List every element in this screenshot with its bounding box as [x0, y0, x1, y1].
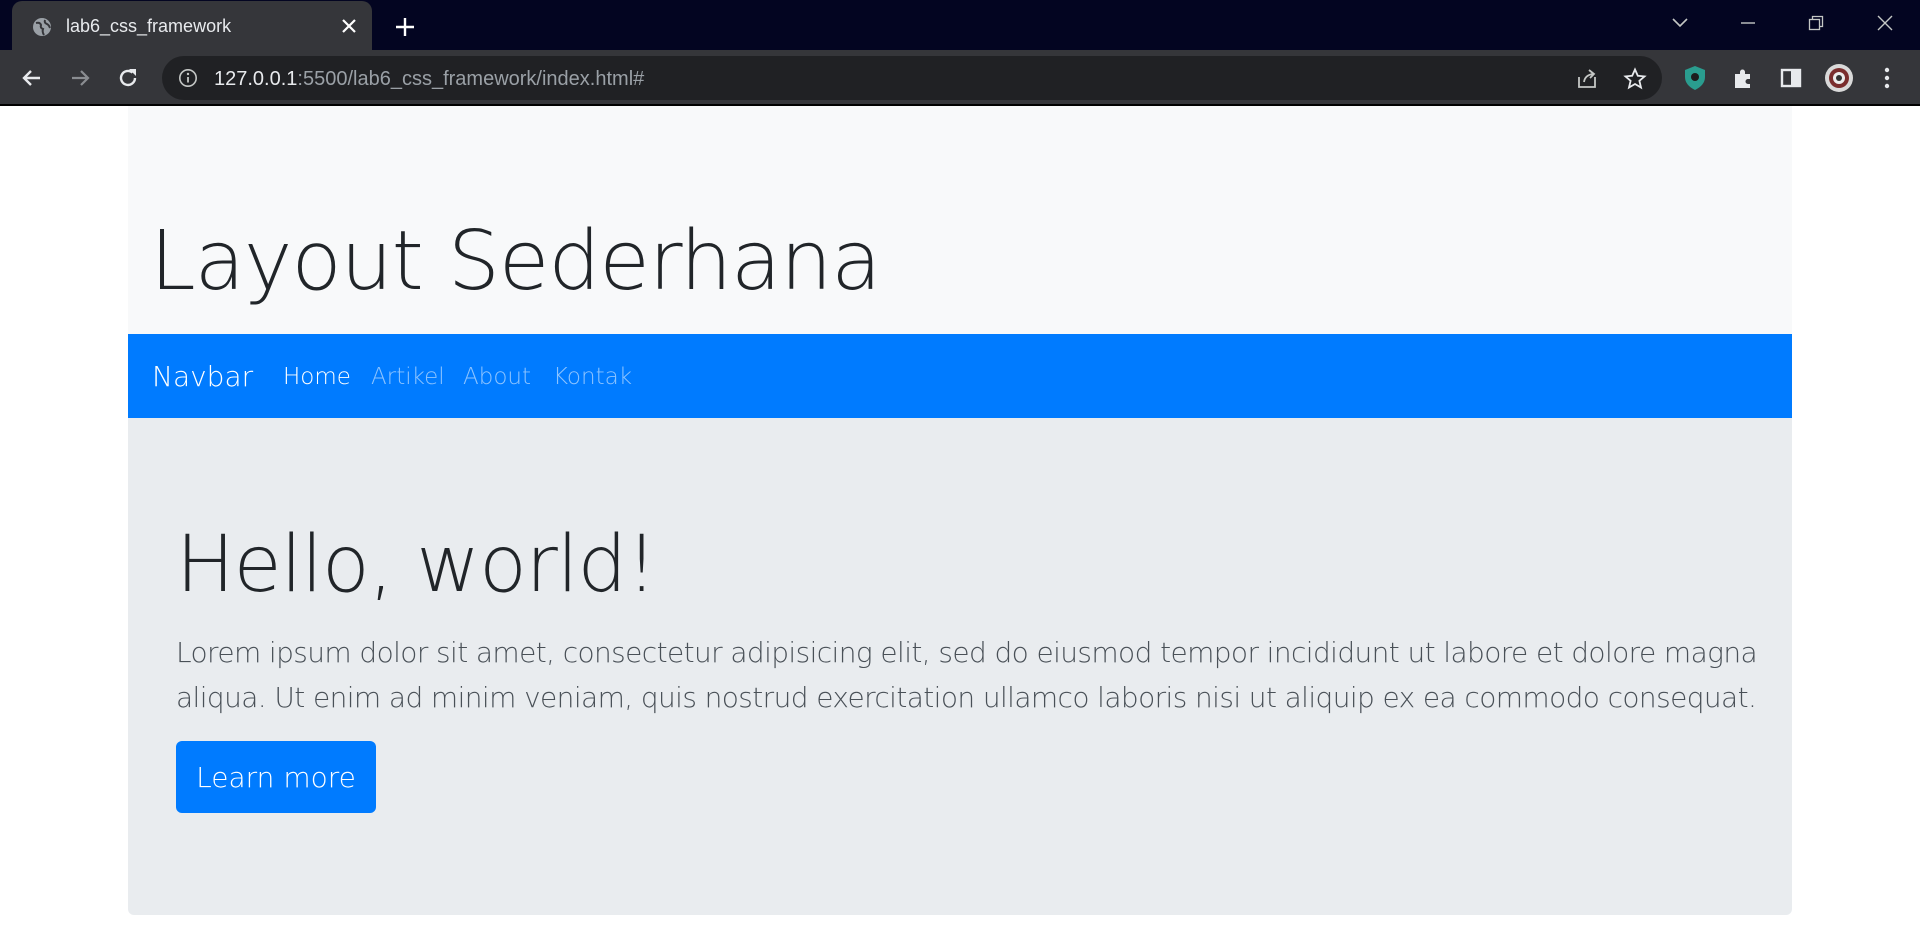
menu-button[interactable] [1872, 63, 1902, 93]
minimize-icon [1741, 22, 1755, 24]
restore-button[interactable] [1796, 8, 1836, 38]
jumbotron: Hello, world! Lorem ipsum dolor sit amet… [128, 418, 1792, 915]
nav-link-artikel[interactable]: Artikel [371, 364, 445, 390]
side-panel-button[interactable] [1776, 63, 1806, 93]
shield-icon [1685, 66, 1705, 90]
back-button[interactable] [17, 63, 47, 93]
arrow-left-icon [22, 70, 40, 86]
navbar: Navbar Home Artikel About Kontak [128, 334, 1792, 418]
tab-search-button[interactable] [1660, 8, 1700, 38]
address-bar[interactable]: 127.0.0.1:5500/lab6_css_framework/index.… [162, 56, 1662, 100]
jumbotron-lead: Lorem ipsum dolor sit amet, consectetur … [176, 636, 1758, 714]
reload-button[interactable] [113, 63, 143, 93]
more-vertical-icon [1884, 67, 1890, 89]
page-viewport: Layout Sederhana Navbar Home Artikel Abo… [0, 106, 1920, 951]
navbar-brand[interactable]: Navbar [152, 360, 253, 393]
page-header: Layout Sederhana [128, 106, 1792, 334]
star-icon[interactable] [1622, 66, 1648, 92]
share-icon[interactable] [1574, 66, 1600, 92]
nav-link-home[interactable]: Home [283, 364, 351, 390]
tab-strip: lab6_css_framework [0, 0, 1920, 51]
profile-avatar[interactable] [1824, 63, 1854, 93]
window-close-button[interactable] [1865, 8, 1905, 38]
puzzle-icon [1735, 69, 1750, 88]
forward-button[interactable] [65, 63, 95, 93]
url-path: :5500/lab6_css_framework/index.html# [297, 68, 645, 90]
close-icon[interactable] [338, 15, 360, 37]
learn-more-button[interactable]: Learn more [176, 741, 376, 813]
restore-icon [1808, 15, 1824, 31]
url-host: 127.0.0.1 [214, 68, 298, 90]
tab-title: lab6_css_framework [66, 16, 232, 36]
close-icon [1877, 15, 1893, 31]
browser-tab[interactable]: lab6_css_framework [12, 1, 372, 51]
page-title: Layout Sederhana [150, 214, 882, 309]
side-panel-icon [1780, 68, 1802, 88]
nav-link-kontak[interactable]: Kontak [553, 364, 632, 390]
extensions-button[interactable] [1728, 63, 1758, 93]
plus-icon [396, 18, 414, 36]
new-tab-button[interactable] [390, 12, 420, 42]
chevron-down-icon [1672, 18, 1688, 28]
extension-shield-button[interactable] [1680, 63, 1710, 93]
arrow-right-icon [72, 70, 90, 86]
browser-toolbar: 127.0.0.1:5500/lab6_css_framework/index.… [0, 50, 1920, 106]
nav-link-about[interactable]: About [463, 364, 531, 390]
jumbotron-title: Hello, world! [176, 520, 657, 610]
minimize-button[interactable] [1728, 8, 1768, 38]
url-text[interactable]: 127.0.0.1:5500/lab6_css_framework/index.… [214, 68, 644, 91]
globe-icon [32, 17, 52, 37]
avatar-icon [1825, 64, 1853, 92]
info-icon[interactable] [178, 68, 198, 88]
reload-icon [119, 69, 137, 87]
